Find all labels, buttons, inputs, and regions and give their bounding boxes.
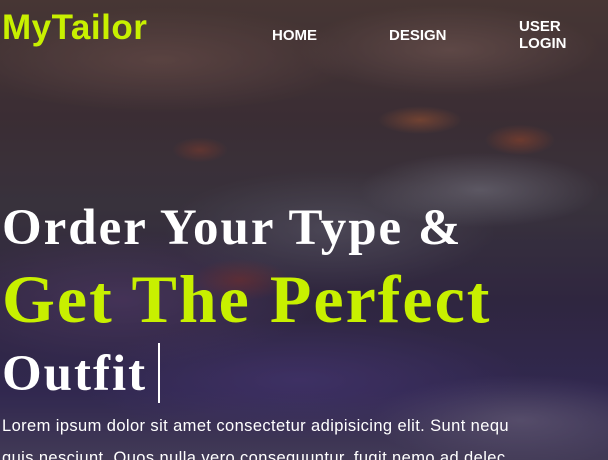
typing-cursor bbox=[158, 343, 160, 403]
hero-paragraph: Lorem ipsum dolor sit amet consectetur a… bbox=[2, 410, 608, 460]
hero-headline-line2: Get The Perfect bbox=[2, 261, 492, 337]
nav-home-link[interactable]: HOME bbox=[272, 27, 317, 44]
hero-headline-line1: Order Your Type & bbox=[2, 200, 463, 256]
nav-design-link[interactable]: DESIGN bbox=[389, 27, 447, 44]
nav-user-login-label-line1: USER bbox=[519, 18, 561, 35]
hero-headline-line3: Outfit bbox=[2, 346, 148, 402]
hero-paragraph-line2: quis nesciunt. Quos nulla vero consequun… bbox=[2, 449, 506, 460]
hero-paragraph-line1: Lorem ipsum dolor sit amet consectetur a… bbox=[2, 417, 509, 435]
nav-user-login-link[interactable]: USER LOGIN bbox=[519, 18, 589, 52]
navbar: MyTailor HOME DESIGN USER LOGIN bbox=[0, 0, 608, 60]
nav-user-login-label-line2: LOGIN bbox=[519, 35, 567, 52]
brand-logo[interactable]: MyTailor bbox=[2, 8, 147, 48]
